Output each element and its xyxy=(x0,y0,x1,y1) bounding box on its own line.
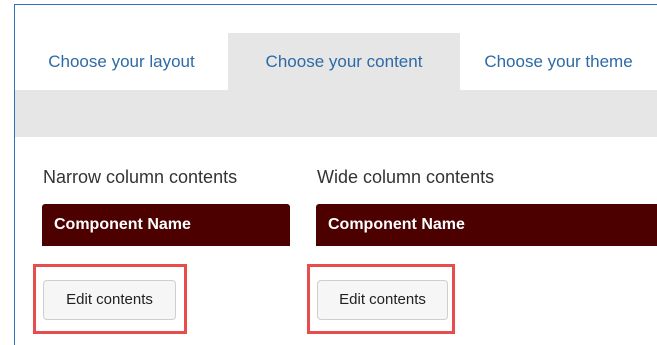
narrow-column-heading: Narrow column contents xyxy=(43,167,238,187)
narrow-component-header: Component Name xyxy=(42,204,290,246)
tab-choose-theme[interactable]: Choose your theme xyxy=(460,33,657,90)
wide-component-header: Component Name xyxy=(316,204,657,246)
tab-bar: Choose your layout Choose your content C… xyxy=(15,33,657,90)
tab-choose-layout[interactable]: Choose your layout xyxy=(15,33,228,90)
narrow-edit-contents-button[interactable]: Edit contents xyxy=(43,280,176,320)
wide-edit-contents-button[interactable]: Edit contents xyxy=(317,280,448,320)
tab-choose-content[interactable]: Choose your content xyxy=(228,33,460,90)
wide-column-heading: Wide column contents xyxy=(317,167,495,187)
tab-content-header xyxy=(15,90,657,137)
